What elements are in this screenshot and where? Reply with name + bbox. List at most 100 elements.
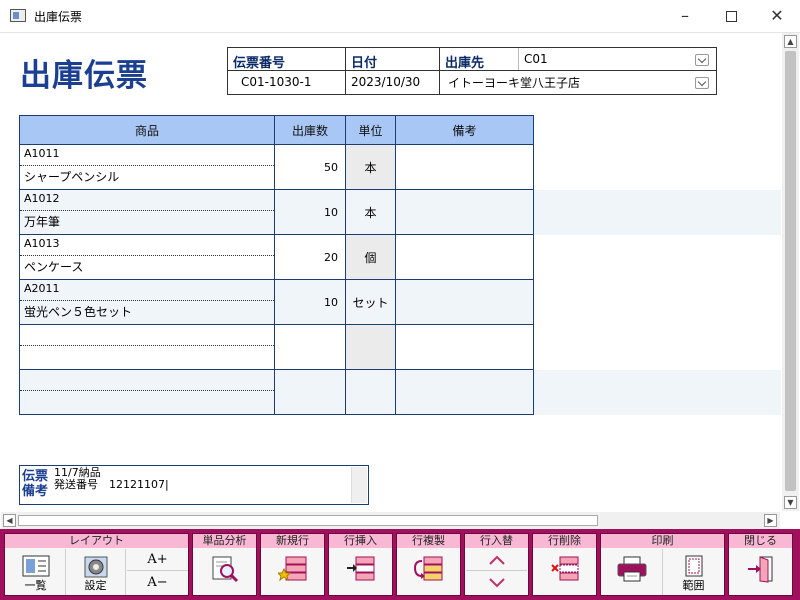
row-band [531,190,781,235]
horizontal-scrollbar[interactable]: ◀ ▶ [1,512,780,529]
unit-cell[interactable]: 本 [345,189,396,235]
destination-code-field[interactable]: C01 [524,52,548,66]
table-row[interactable]: A2011 蛍光ペン５色セット 10 セット [19,279,534,325]
quantity-cell[interactable]: 50 [274,144,346,190]
new-row-icon [277,556,306,582]
slip-header: 伝票番号 C01-1030-1 日付 2023/10/30 出庫先 C01 イト… [227,47,717,95]
gear-icon [84,556,107,578]
print-group: 印刷 範囲 [600,533,725,596]
minimize-button[interactable]: – [662,0,708,32]
unit-cell[interactable]: 本 [345,144,396,190]
scroll-down-arrow[interactable]: ▼ [784,496,797,509]
title-bar: 出庫伝票 – ✕ [0,0,800,33]
new-row-group: 新規行 [260,533,325,596]
print-group-title: 印刷 [601,534,724,548]
quantity-cell[interactable] [274,369,346,415]
slip-number-field[interactable]: C01-1030-1 [241,75,311,89]
font-down-button[interactable]: A− [127,572,188,594]
settings-button[interactable]: 設定 [66,549,126,595]
quantity-cell[interactable] [274,324,346,370]
copy-row-title: 行複製 [397,534,460,548]
arrow-up-icon [488,555,505,565]
swap-row-title: 行入替 [465,534,528,548]
product-cell[interactable]: A2011 蛍光ペン５色セット [19,279,275,325]
product-name: 蛍光ペン５色セット [24,305,133,319]
product-code: A1012 [20,190,274,211]
product-cell[interactable] [19,369,275,415]
delete-row-title: 行削除 [533,534,596,548]
move-row-down-button[interactable] [466,572,527,594]
date-field[interactable]: 2023/10/30 [351,75,420,89]
close-group-title: 閉じる [729,534,792,548]
note-cell[interactable] [395,324,534,370]
column-header-product: 商品 [19,115,275,145]
product-cell[interactable]: A1013 ペンケース [19,234,275,280]
new-row-button[interactable] [262,549,323,595]
slip-remarks: 伝票 備考 11/7納品 発送番号 12121107| [19,465,369,505]
chevron-down-icon[interactable] [695,54,709,66]
remarks-scrollbar[interactable] [351,467,367,503]
copy-row-button[interactable] [398,549,459,595]
print-range-label: 範囲 [682,579,705,592]
swap-row-group: 行入替 [464,533,529,596]
horizontal-scroll-thumb[interactable] [18,515,598,526]
note-cell[interactable] [395,279,534,325]
table-row[interactable]: A1013 ペンケース 20 個 [19,234,534,280]
scroll-up-arrow[interactable]: ▲ [784,35,797,48]
settings-button-label: 設定 [84,579,107,592]
minimize-icon: – [681,6,689,25]
unit-cell[interactable] [345,324,396,370]
destination-label: 出庫先 [445,56,485,71]
product-cell[interactable] [19,324,275,370]
product-cell[interactable]: A1012 万年筆 [19,189,275,235]
item-analysis-title: 単品分析 [193,534,256,548]
destination-name-field[interactable]: イトーヨーキ堂八王子店 [448,74,580,91]
column-header-unit: 単位 [345,115,396,145]
printer-icon [617,556,647,582]
scroll-left-arrow[interactable]: ◀ [3,514,16,527]
vertical-scroll-thumb[interactable] [785,51,796,491]
product-code: A1013 [20,235,274,256]
print-range-button[interactable]: 範囲 [663,549,724,595]
page-range-icon [685,555,702,577]
chevron-down-icon[interactable] [695,77,709,89]
product-cell[interactable]: A1011 シャープペンシル [19,144,275,190]
item-analysis-button[interactable] [194,549,255,595]
row-band [531,370,781,415]
table-row[interactable]: A1011 シャープペンシル 50 本 [19,144,534,190]
bottom-toolbar: レイアウト 一覧 設定 A+ A− 単品分析 新規行 行挿入 行複製 行入替 行… [0,529,800,600]
note-cell[interactable] [395,189,534,235]
items-table: 商品 出庫数 単位 備考 A1011 シャープペンシル 50 本 A1012 万年筆… [19,115,534,415]
note-cell[interactable] [395,144,534,190]
new-row-title: 新規行 [261,534,324,548]
note-cell[interactable] [395,369,534,415]
unit-cell[interactable] [345,369,396,415]
table-row[interactable]: A1012 万年筆 10 本 [19,189,534,235]
exit-button[interactable] [730,549,791,595]
product-code [20,370,274,391]
unit-cell[interactable]: セット [345,279,396,325]
quantity-cell[interactable]: 10 [274,279,346,325]
quantity-cell[interactable]: 20 [274,234,346,280]
maximize-button[interactable] [708,0,754,32]
list-button[interactable]: 一覧 [6,549,66,595]
font-down-icon: A− [147,575,168,590]
scroll-right-arrow[interactable]: ▶ [764,514,777,527]
copy-row-group: 行複製 [396,533,461,596]
list-icon [22,555,49,577]
insert-row-button[interactable] [330,549,391,595]
move-row-up-button[interactable] [466,549,527,571]
document-area: 出庫伝票 伝票番号 C01-1030-1 日付 2023/10/30 出庫先 C… [1,33,781,511]
remarks-textarea[interactable]: 11/7納品 発送番号 12121107| [54,467,169,491]
print-button[interactable] [602,549,663,595]
product-name: ペンケース [24,260,84,274]
table-row[interactable] [19,369,534,415]
unit-cell[interactable]: 個 [345,234,396,280]
font-up-button[interactable]: A+ [127,549,188,571]
delete-row-button[interactable] [534,549,595,595]
close-button[interactable]: ✕ [754,0,800,32]
vertical-scrollbar[interactable]: ▲ ▼ [782,33,799,511]
table-row[interactable] [19,324,534,370]
quantity-cell[interactable]: 10 [274,189,346,235]
note-cell[interactable] [395,234,534,280]
